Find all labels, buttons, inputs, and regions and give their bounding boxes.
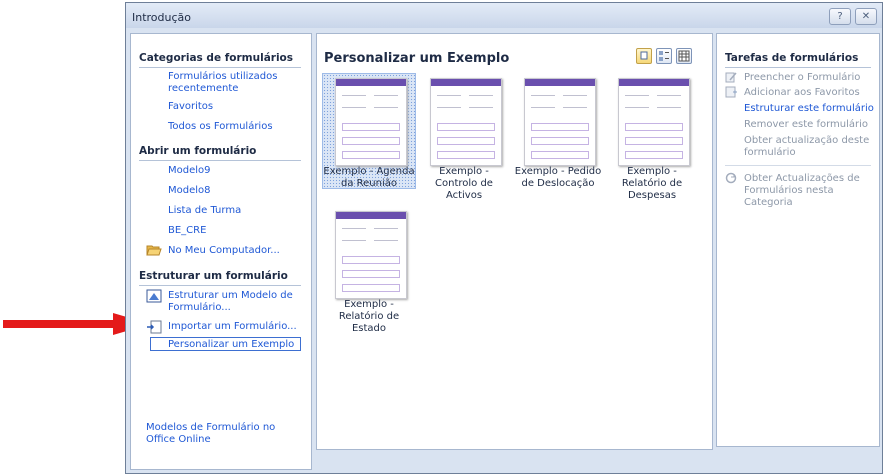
category-recent[interactable]: Formulários utilizados recentemente bbox=[168, 71, 298, 95]
import-form-icon bbox=[147, 320, 162, 334]
sample-thumb-expenses[interactable]: Exemplo - Relatório de Despesas bbox=[605, 73, 699, 201]
tasks-heading: Tarefas de formulários bbox=[725, 52, 871, 68]
left-pane: Categorias de formulários Formulários ut… bbox=[130, 33, 312, 470]
categories-heading: Categorias de formulários bbox=[139, 52, 301, 68]
category-favorites[interactable]: Favoritos bbox=[168, 101, 213, 113]
category-all-forms[interactable]: Todos os Formulários bbox=[168, 121, 273, 133]
add-favorites-icon bbox=[725, 86, 737, 98]
customize-sample-label: Personalizar um Exemplo bbox=[168, 339, 295, 350]
title-bar: Introdução ? ✕ bbox=[126, 3, 882, 28]
open-from-computer-link[interactable]: No Meu Computador... bbox=[168, 245, 280, 257]
view-large-icons-button[interactable] bbox=[636, 48, 652, 64]
open-item-modelo9[interactable]: Modelo9 bbox=[168, 165, 211, 177]
office-online-link[interactable]: Modelos de Formulário no Office Online bbox=[146, 422, 306, 446]
update-icon bbox=[725, 172, 737, 184]
design-template-link[interactable]: Estruturar um Modelo de Formulário... bbox=[168, 290, 303, 314]
customize-sample-item[interactable]: Personalizar um Exemplo bbox=[150, 337, 301, 351]
form-preview bbox=[524, 78, 596, 166]
form-preview bbox=[335, 78, 407, 166]
form-preview bbox=[430, 78, 502, 166]
add-favorites-link[interactable]: Adicionar aos Favoritos bbox=[744, 87, 860, 99]
open-form-heading: Abrir um formulário bbox=[139, 145, 301, 161]
design-this-form-link[interactable]: Estruturar este formulário bbox=[744, 103, 874, 115]
fill-form-link[interactable]: Preencher o Formulário bbox=[744, 72, 860, 84]
sample-caption-assets: Exemplo - Controlo de Activos bbox=[435, 166, 493, 201]
intro-dialog: Introdução ? ✕ Categorias de formulários… bbox=[125, 2, 883, 474]
design-template-icon bbox=[146, 289, 162, 303]
sample-caption-agenda: Exemplo - Agenda da Reunião bbox=[323, 166, 415, 189]
get-update-link[interactable]: Obter actualização deste formulário bbox=[744, 135, 874, 159]
sample-thumb-agenda[interactable]: Exemplo - Agenda da Reunião bbox=[322, 73, 416, 189]
tiles-icon bbox=[659, 51, 669, 61]
tasks-divider bbox=[725, 165, 871, 166]
help-button[interactable]: ? bbox=[829, 8, 851, 25]
form-preview bbox=[618, 78, 690, 166]
remove-form-link[interactable]: Remover este formulário bbox=[744, 119, 868, 131]
open-item-modelo8[interactable]: Modelo8 bbox=[168, 185, 211, 197]
sample-caption-status: Exemplo - Relatório de Estado bbox=[338, 299, 400, 334]
get-updates-category-link[interactable]: Obter Actualizações de Formulários nesta… bbox=[744, 173, 876, 209]
view-tiles-button[interactable] bbox=[656, 48, 672, 64]
tasks-pane: Tarefas de formulários Preencher o Formu… bbox=[716, 33, 880, 447]
sample-caption-travel: Exemplo - Pedido de Deslocação bbox=[514, 166, 602, 189]
import-form-link[interactable]: Importar um Formulário... bbox=[168, 321, 297, 333]
open-item-lista-de-turma[interactable]: Lista de Turma bbox=[168, 205, 241, 217]
close-button[interactable]: ✕ bbox=[855, 8, 877, 25]
samples-title: Personalizar um Exemplo bbox=[324, 51, 510, 66]
details-icon bbox=[678, 50, 690, 62]
large-icons-icon bbox=[640, 51, 648, 60]
view-details-button[interactable] bbox=[676, 48, 692, 64]
samples-pane: Personalizar um Exemplo Exemplo - Agenda… bbox=[316, 33, 713, 450]
open-item-be-cre[interactable]: BE_CRE bbox=[168, 225, 206, 237]
sample-caption-expenses: Exemplo - Relatório de Despesas bbox=[621, 166, 683, 201]
sample-thumb-status[interactable]: Exemplo - Relatório de Estado bbox=[322, 206, 416, 334]
sample-thumb-assets[interactable]: Exemplo - Controlo de Activos bbox=[417, 73, 511, 201]
folder-open-icon bbox=[146, 245, 162, 256]
window-title: Introdução bbox=[132, 11, 192, 24]
fill-form-icon bbox=[725, 72, 737, 83]
form-preview bbox=[335, 211, 407, 299]
design-form-heading: Estruturar um formulário bbox=[139, 270, 301, 286]
sample-thumb-travel[interactable]: Exemplo - Pedido de Deslocação bbox=[511, 73, 605, 189]
